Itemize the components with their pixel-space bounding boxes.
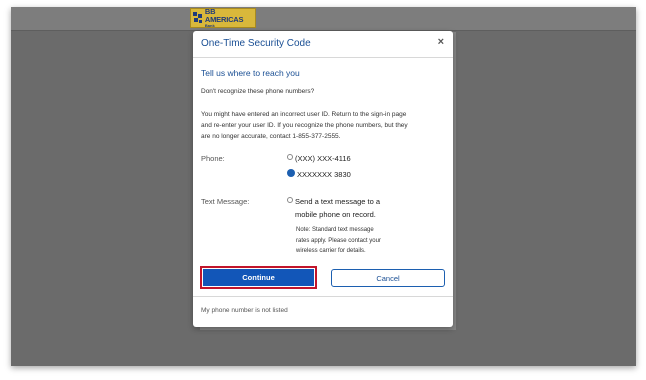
text-message-label: Text Message:: [201, 197, 250, 206]
help-paragraph-line: and re-enter your user ID. If you recogn…: [201, 122, 408, 129]
note-line: rates apply. Please contact your: [296, 237, 381, 244]
logo-subtitle: Bank: [204, 23, 215, 28]
dialog-header: One-Time Security Code ×: [193, 31, 453, 58]
continue-button-highlight: Continue: [200, 266, 317, 289]
help-paragraph-line: are no longer accurate, contact 1-855-37…: [201, 133, 341, 140]
intro-text: Don't recognize these phone numbers?: [201, 88, 315, 95]
radio-unselected-icon[interactable]: [287, 197, 293, 203]
help-paragraph: You might have entered an incorrect user…: [201, 109, 447, 142]
help-paragraph-line: You might have entered an incorrect user…: [201, 111, 407, 118]
logo-title: BB AMERICAS: [204, 7, 244, 24]
text-option-line: mobile phone on record.: [295, 210, 376, 219]
rates-note: Note: Standard text message rates apply.…: [296, 225, 416, 257]
note-line: Note: Standard text message: [296, 227, 374, 233]
radio-selected-icon[interactable]: [287, 169, 295, 177]
phone-option-3830[interactable]: XXXXXXX 3830: [287, 168, 351, 181]
radio-unselected-icon[interactable]: [287, 154, 293, 160]
cancel-button[interactable]: Cancel: [331, 269, 445, 287]
continue-button[interactable]: Continue: [203, 269, 314, 286]
section-title: Tell us where to reach you: [201, 68, 300, 78]
site-header-bar: BB AMERICAS Bank: [11, 7, 636, 31]
phone-label: Phone:: [201, 154, 225, 163]
text-option-line: Send a text message to a: [295, 197, 381, 206]
phone-not-listed-link[interactable]: My phone number is not listed: [201, 307, 288, 314]
phone-option-label: (XXX) XXX-4116: [295, 154, 351, 163]
note-line: wireless carrier for details.: [296, 248, 366, 254]
bank-logo-mark-icon: [193, 12, 203, 24]
close-icon[interactable]: ×: [438, 37, 444, 48]
text-message-option-label: Send a text message to a mobile phone on…: [295, 195, 380, 221]
text-message-option[interactable]: Send a text message to a mobile phone on…: [287, 195, 380, 221]
phone-option-4116[interactable]: (XXX) XXX-4116: [287, 152, 351, 165]
bank-logo: BB AMERICAS Bank: [190, 8, 256, 28]
phone-option-label: XXXXXXX 3830: [297, 170, 351, 179]
footer-divider: [193, 296, 453, 297]
dialog-title: One-Time Security Code: [201, 38, 311, 49]
security-code-dialog: One-Time Security Code × Tell us where t…: [193, 31, 453, 327]
